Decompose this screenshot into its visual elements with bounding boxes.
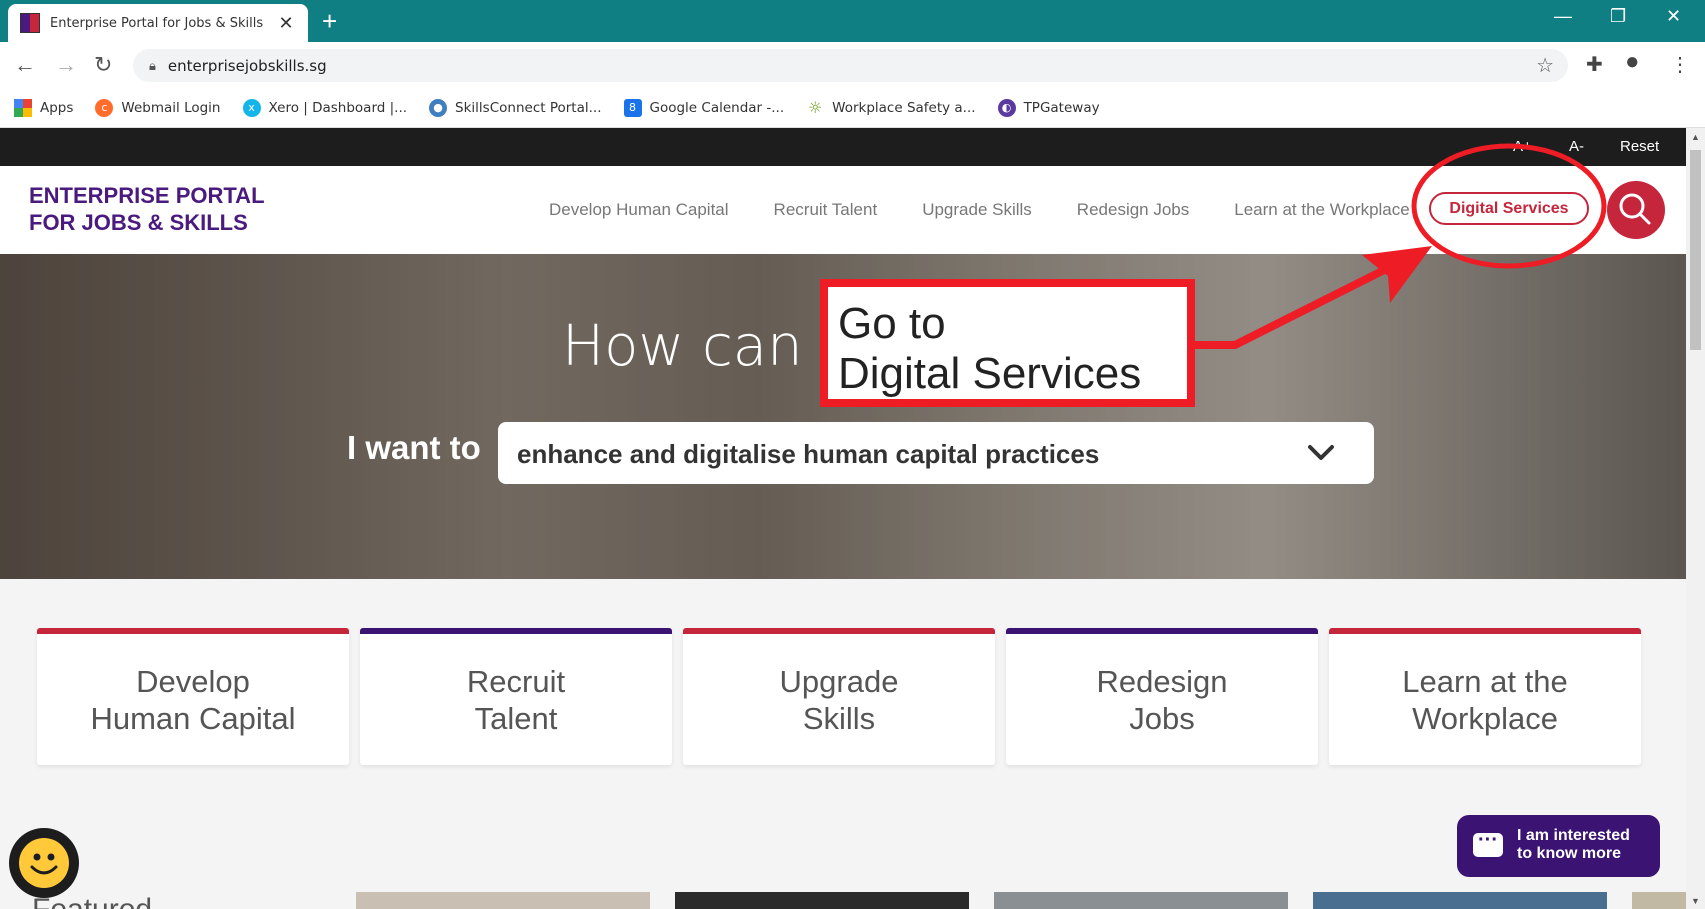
window-close-icon[interactable]: ✕ — [1666, 6, 1681, 27]
site-header: ENTERPRISE PORTAL FOR JOBS & SKILLS Deve… — [0, 166, 1686, 254]
card-label: Redesign Jobs — [1096, 663, 1228, 736]
annotation-line-1: Go to — [838, 299, 946, 348]
card-learn-at-workplace[interactable]: Learn at the Workplace — [1329, 628, 1641, 765]
wsh-icon: ☼ — [806, 97, 825, 117]
minimize-icon[interactable]: — — [1554, 6, 1572, 27]
scroll-up-icon[interactable]: ▲ — [1691, 132, 1700, 142]
chat-line-1: I am interested — [1517, 827, 1630, 844]
font-reset-button[interactable]: Reset — [1620, 138, 1659, 155]
logo-line-2: FOR JOBS & SKILLS — [29, 210, 248, 235]
skillsconnect-icon: ● — [429, 98, 448, 117]
card-label: Recruit Talent — [466, 663, 566, 736]
scroll-down-icon[interactable]: ▼ — [1691, 896, 1700, 906]
profile-avatar-icon[interactable]: ● — [1625, 48, 1640, 76]
nav-upgrade-skills[interactable]: Upgrade Skills — [922, 200, 1032, 220]
cpanel-icon: c — [95, 98, 114, 117]
bookmark-xero[interactable]: x Xero | Dashboard |... — [242, 98, 408, 117]
featured-thumbnail[interactable] — [356, 892, 650, 909]
browser-tab[interactable]: Enterprise Portal for Jobs & Skills ✕ — [8, 4, 308, 42]
card-develop-human-capital[interactable]: Develop Human Capital — [37, 628, 349, 765]
nav-redesign-jobs[interactable]: Redesign Jobs — [1077, 200, 1189, 220]
category-cards: Develop Human Capital Recruit Talent Upg… — [37, 628, 1641, 765]
reload-icon[interactable]: ↻ — [94, 52, 112, 78]
logo-line-1: ENTERPRISE PORTAL — [29, 183, 265, 208]
card-label: Upgrade Skills — [779, 663, 899, 736]
card-upgrade-skills[interactable]: Upgrade Skills — [683, 628, 995, 765]
site-favicon-icon — [20, 13, 40, 33]
main-nav: Develop Human Capital Recruit Talent Upg… — [549, 200, 1455, 220]
featured-thumbnail[interactable] — [1632, 892, 1686, 909]
close-tab-icon[interactable]: ✕ — [276, 13, 296, 34]
nav-learn-at-workplace[interactable]: Learn at the Workplace — [1234, 200, 1409, 220]
accessibility-bar: A+ A- Reset — [0, 128, 1686, 166]
bookmark-skillsconnect[interactable]: ● SkillsConnect Portal... — [429, 98, 602, 117]
bookmark-tpgateway[interactable]: ◐ TPGateway — [997, 98, 1100, 117]
new-tab-icon[interactable]: + — [322, 8, 337, 34]
font-decrease-button[interactable]: A- — [1569, 138, 1584, 155]
forward-arrow-icon[interactable]: → — [55, 52, 77, 78]
browser-toolbar: ← → ↻ 🔒︎ enterprisejobskills.sg ☆ ✚ ● ⋮ — [0, 42, 1705, 88]
chat-bubble-icon — [1473, 829, 1503, 857]
search-icon — [1619, 193, 1651, 225]
annotation-callout: Go to Digital Services — [820, 279, 1195, 407]
bookmark-label: TPGateway — [1023, 99, 1100, 116]
tab-title: Enterprise Portal for Jobs & Skills — [50, 15, 264, 31]
bookmark-label: Webmail Login — [121, 99, 221, 116]
bookmark-label: Xero | Dashboard |... — [268, 99, 408, 116]
chrome-menu-kebab-icon[interactable]: ⋮ — [1670, 52, 1690, 77]
back-arrow-icon[interactable]: ← — [14, 52, 36, 78]
bookmark-star-icon[interactable]: ☆ — [1536, 53, 1554, 78]
web-page: A+ A- Reset ENTERPRISE PORTAL FOR JOBS &… — [0, 128, 1686, 909]
bookmarks-bar: Apps c Webmail Login x Xero | Dashboard … — [0, 88, 1705, 128]
smiley-face-icon — [19, 838, 69, 888]
bookmark-label: Google Calendar -... — [649, 99, 785, 116]
nav-recruit-talent[interactable]: Recruit Talent — [774, 200, 878, 220]
site-logo[interactable]: ENTERPRISE PORTAL FOR JOBS & SKILLS — [29, 182, 265, 236]
interest-chat-button[interactable]: I am interested to know more — [1457, 815, 1660, 877]
feedback-smiley-button[interactable] — [9, 828, 79, 898]
lock-icon: 🔒︎ — [149, 57, 156, 73]
bookmark-google-calendar[interactable]: 8 Google Calendar -... — [623, 98, 785, 117]
card-label: Learn at the Workplace — [1402, 663, 1568, 736]
font-increase-button[interactable]: A+ — [1513, 138, 1532, 155]
featured-thumbnail[interactable] — [1313, 892, 1607, 909]
card-label: Develop Human Capital — [90, 663, 296, 736]
chevron-down-icon — [1308, 445, 1334, 460]
bookmark-apps[interactable]: Apps — [14, 98, 74, 117]
apps-grid-icon — [14, 98, 32, 117]
calendar-icon: 8 — [623, 98, 642, 117]
tpgateway-icon: ◐ — [997, 98, 1016, 117]
annotation-line-2: Digital Services — [838, 349, 1142, 398]
xero-icon: x — [242, 98, 261, 117]
page-scrollbar[interactable]: ▲ ▼ — [1686, 128, 1705, 909]
bookmark-label: SkillsConnect Portal... — [455, 99, 602, 116]
address-bar[interactable]: 🔒︎ enterprisejobskills.sg ☆ — [133, 49, 1568, 82]
card-redesign-jobs[interactable]: Redesign Jobs — [1006, 628, 1318, 765]
site-search-button[interactable] — [1607, 181, 1665, 239]
digital-services-button[interactable]: Digital Services — [1429, 192, 1589, 225]
restore-icon[interactable]: ❐ — [1610, 6, 1626, 27]
featured-thumbnail[interactable] — [675, 892, 969, 909]
intent-select[interactable]: enhance and digitalise human capital pra… — [498, 422, 1374, 484]
featured-thumbnail[interactable] — [994, 892, 1288, 909]
intent-select-value: enhance and digitalise human capital pra… — [517, 439, 1100, 469]
extensions-puzzle-icon[interactable]: ✚ — [1586, 52, 1603, 77]
browser-tabstrip: Enterprise Portal for Jobs & Skills ✕ + … — [0, 0, 1705, 42]
nav-develop-human-capital[interactable]: Develop Human Capital — [549, 200, 729, 220]
bookmark-webmail[interactable]: c Webmail Login — [95, 98, 221, 117]
bookmark-workplace-safety[interactable]: ☼ Workplace Safety a... — [806, 97, 976, 117]
scrollbar-thumb[interactable] — [1690, 150, 1701, 350]
bookmark-label: Workplace Safety a... — [832, 99, 976, 116]
i-want-to-label: I want to — [347, 429, 481, 466]
bookmark-label: Apps — [40, 99, 74, 116]
chat-line-2: to know more — [1517, 845, 1622, 862]
card-recruit-talent[interactable]: Recruit Talent — [360, 628, 672, 765]
url-text: enterprisejobskills.sg — [167, 56, 327, 75]
